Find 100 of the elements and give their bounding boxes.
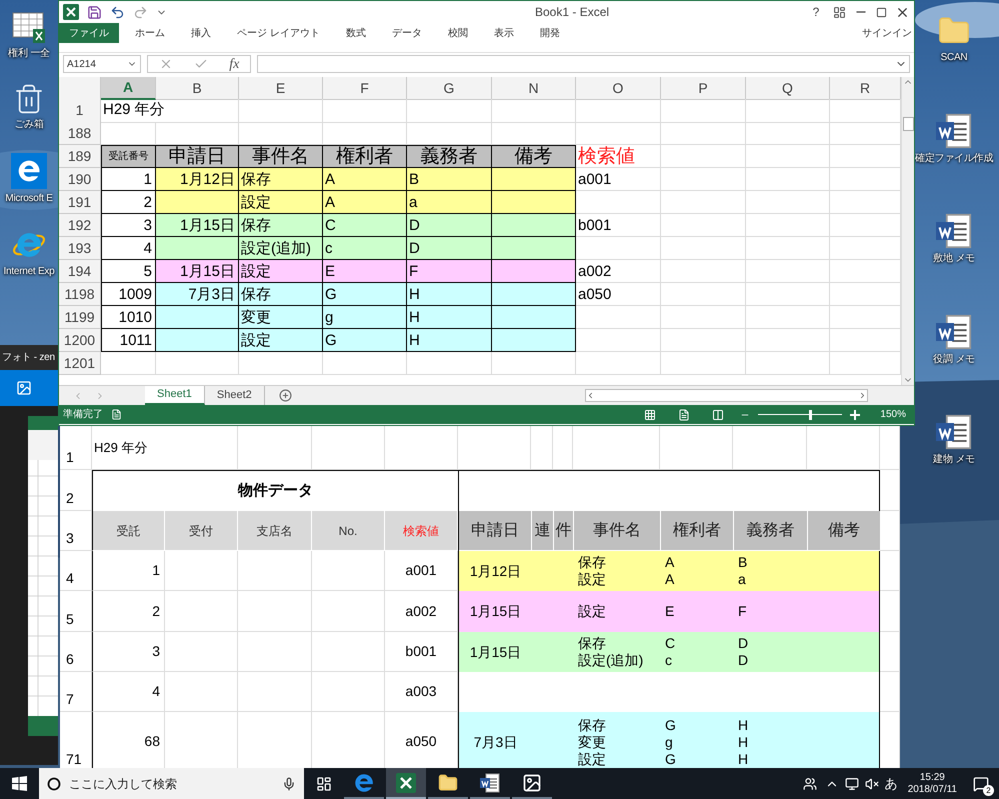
cortana-icon[interactable]	[47, 776, 61, 790]
insert-function-button[interactable]: fx	[229, 54, 240, 74]
undo-icon[interactable]	[110, 4, 125, 20]
table-cell: 検索値	[576, 145, 661, 168]
row-header[interactable]: 1200	[59, 329, 101, 352]
horizontal-scrollbar[interactable]	[585, 389, 868, 402]
sheet-tab[interactable]: Sheet1	[145, 386, 205, 405]
row-header[interactable]: 1	[59, 99, 101, 122]
table-cell-text: 1月12日	[470, 562, 522, 580]
spreadsheet-icon	[12, 12, 46, 44]
column-header[interactable]: G	[407, 77, 492, 100]
microphone-icon[interactable]	[282, 776, 296, 790]
desktop-icon-label[interactable]: ごみ箱	[14, 118, 44, 131]
zoom-in-icon[interactable]	[850, 410, 860, 420]
photo-icon[interactable]	[16, 380, 32, 396]
row-header[interactable]: 1199	[59, 306, 101, 329]
maximize-icon[interactable]	[876, 6, 887, 18]
ribbon-tab[interactable]: 開発	[530, 23, 570, 43]
window-title: Book1 - Excel	[535, 4, 610, 21]
help-button[interactable]: ?	[807, 3, 825, 21]
ribbon-tab[interactable]: 校閲	[438, 23, 478, 43]
table-cell-text: 1月15日	[470, 602, 522, 621]
row-header[interactable]: 190	[59, 168, 101, 191]
table-cell: a002	[576, 260, 661, 283]
row-header[interactable]: 1201	[59, 352, 101, 375]
ime-indicator[interactable]: あ	[884, 774, 898, 794]
desktop-icon-label[interactable]: Microsoft E	[5, 193, 53, 206]
ribbon-tab[interactable]: 数式	[336, 23, 376, 43]
desktop-icon-label[interactable]: 建物 メモ	[933, 454, 975, 466]
scroll-right-icon[interactable]	[858, 391, 867, 400]
table-cell: H	[738, 750, 748, 768]
row-header[interactable]: 191	[59, 191, 101, 214]
desktop-icon-label[interactable]: 確定ファイル作成	[915, 152, 993, 165]
excel-icon	[63, 4, 79, 20]
ribbon-tab[interactable]: ホーム	[125, 23, 175, 43]
table-cell: 3	[92, 632, 165, 672]
taskbar-app-button[interactable]	[386, 768, 426, 799]
column-header[interactable]: O	[576, 77, 661, 100]
normal-view-icon[interactable]	[644, 408, 656, 420]
macro-icon[interactable]	[111, 409, 122, 420]
ribbon-tab[interactable]: データ	[382, 23, 432, 43]
row-header[interactable]: 194	[59, 260, 101, 283]
column-header[interactable]: B	[156, 77, 239, 100]
volume-muted-icon[interactable]	[864, 776, 879, 790]
ribbon-options-icon[interactable]	[833, 6, 846, 18]
search-field[interactable]: ここに入力して検索	[39, 768, 304, 799]
column-header[interactable]: N	[492, 77, 576, 100]
save-icon[interactable]	[87, 4, 102, 20]
column-header[interactable]: R	[830, 77, 901, 100]
scrollbar-thumb[interactable]	[902, 117, 914, 131]
desktop-icon-label[interactable]: 敷地 メモ	[933, 253, 975, 266]
table-header-cell: 検索値	[385, 511, 458, 551]
name-box[interactable]: A1214	[63, 55, 141, 73]
desktop-icon-label[interactable]: 権利 一全	[8, 48, 50, 60]
row-header[interactable]: 188	[59, 122, 101, 145]
ribbon-tab[interactable]: 表示	[484, 23, 524, 43]
column-header[interactable]: P	[661, 77, 746, 100]
table-cell: a001	[576, 168, 661, 191]
start-icon[interactable]	[12, 776, 27, 791]
task-view-icon[interactable]	[316, 776, 332, 792]
zoom-slider[interactable]	[758, 410, 842, 420]
row-header: 7	[60, 672, 92, 712]
table-cell: b001	[576, 214, 661, 237]
clock[interactable]: 15:29 2018/07/11	[908, 772, 957, 796]
table-header-cell: 権利者	[661, 511, 734, 551]
table-header-cell: 受付	[165, 511, 238, 551]
network-icon[interactable]	[844, 776, 859, 790]
column-header[interactable]: E	[239, 77, 323, 100]
desktop-icon-label[interactable]: SCAN	[940, 52, 968, 64]
table-cell: H	[738, 716, 748, 734]
ribbon-tab[interactable]: 挿入	[181, 23, 221, 43]
ribbon-tab[interactable]: ファイル	[59, 23, 119, 43]
vertical-scrollbar[interactable]	[901, 77, 914, 385]
sign-in-link[interactable]: サインイン	[862, 26, 914, 40]
people-icon[interactable]	[802, 776, 817, 790]
column-header[interactable]: F	[323, 77, 407, 100]
scroll-left-icon[interactable]	[586, 391, 595, 400]
row-header[interactable]: 193	[59, 237, 101, 260]
row-header[interactable]: 189	[59, 145, 101, 168]
row-header: 5	[60, 591, 92, 632]
table-header-cell: 権利者	[323, 145, 407, 168]
desktop-icon-label[interactable]: Internet Exp	[4, 266, 54, 278]
page-layout-icon[interactable]	[678, 408, 690, 420]
add-sheet-icon[interactable]	[278, 389, 292, 402]
column-header[interactable]: Q	[746, 77, 830, 100]
table-cell: 変更	[578, 734, 606, 750]
column-header[interactable]: A	[101, 77, 156, 100]
table-cell: 1	[92, 551, 165, 591]
document-icon	[936, 314, 972, 350]
ribbon-tab[interactable]: ページ レイアウト	[227, 23, 330, 43]
zoom-level[interactable]: 150%	[880, 407, 906, 422]
table-header-cell: 申請日	[156, 145, 239, 168]
table-header-cell: 申請日	[459, 511, 532, 551]
table-cell: 2	[92, 591, 165, 632]
desktop-icon-label[interactable]: 役調 メモ	[933, 354, 975, 366]
document-icon	[936, 213, 972, 249]
empty-cell	[880, 470, 900, 511]
row-header[interactable]: 192	[59, 214, 101, 237]
row-header[interactable]: 1198	[59, 283, 101, 306]
page-break-icon[interactable]	[712, 408, 724, 420]
